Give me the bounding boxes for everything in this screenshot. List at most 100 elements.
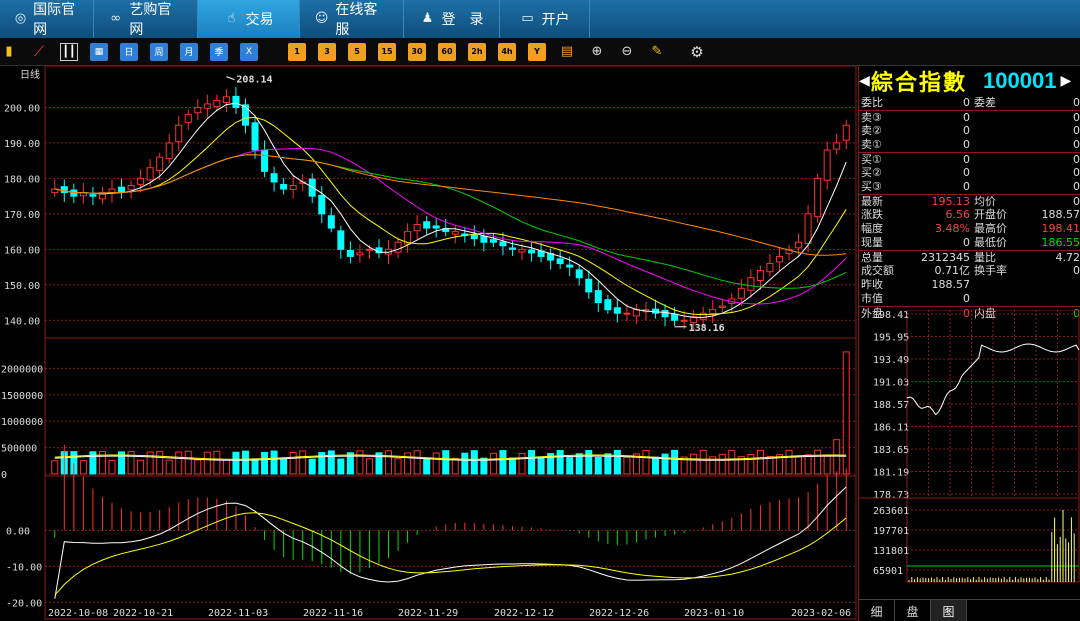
- price-axis-label: 180.00: [4, 174, 40, 185]
- quote-label: [970, 138, 1018, 152]
- price-axis-label: 200.00: [4, 103, 40, 114]
- volume-bar: [604, 453, 612, 475]
- hour-2-button[interactable]: 2h: [468, 42, 486, 61]
- candle-body: [528, 249, 536, 254]
- minute-1-button[interactable]: 1: [288, 42, 306, 61]
- nav-tab-login[interactable]: ♟ 登 录: [404, 0, 500, 38]
- volume-bar: [766, 455, 774, 475]
- next-arrow-icon[interactable]: ▶: [1060, 73, 1072, 89]
- macd-axis-label: 0.00: [6, 526, 30, 537]
- macd-line: [54, 486, 847, 599]
- line-chart-icon[interactable]: ⟋: [30, 43, 48, 61]
- minute-60-button[interactable]: 60: [438, 42, 456, 61]
- quote-value: 0: [1073, 153, 1080, 166]
- volume-bar: [184, 450, 192, 475]
- candle-body: [623, 312, 631, 315]
- minute-5-button[interactable]: 5: [348, 42, 366, 61]
- intraday-price-label: 186.11: [873, 423, 909, 434]
- prev-arrow-icon[interactable]: ◀: [859, 73, 871, 89]
- quote-value: 3.48%: [935, 222, 970, 235]
- moving-average-line: [54, 154, 847, 289]
- calendar-icon[interactable]: ▦: [90, 42, 108, 61]
- bar-chart-icon[interactable]: ▮: [0, 43, 18, 61]
- intraday-price-label: 193.49: [873, 355, 909, 366]
- volume-bar: [222, 459, 230, 475]
- volume-bar: [537, 457, 545, 475]
- nav-tab-open-account[interactable]: ▭ 开户: [500, 0, 590, 38]
- zoom-in-icon[interactable]: ⊕: [588, 43, 606, 61]
- candle-body: [756, 270, 764, 282]
- volume-bar: [718, 453, 726, 475]
- candle-body: [241, 104, 249, 126]
- date-axis-label: 2022-10-21: [113, 608, 173, 619]
- nav-tab-art-shop-site[interactable]: ∞ 艺购官网: [94, 0, 198, 38]
- volume-bar: [356, 450, 364, 475]
- tab-detail[interactable]: 细: [859, 600, 895, 621]
- quote-value: 0: [1073, 124, 1080, 137]
- candle-body: [833, 142, 841, 150]
- hour-4-button[interactable]: 4h: [498, 42, 516, 61]
- quote-label: 卖①: [861, 138, 882, 151]
- period-week-button[interactable]: 周: [150, 42, 168, 61]
- date-axis-label: 2022-11-16: [303, 608, 363, 619]
- candle-body: [566, 264, 574, 268]
- macd-axis-label: -20.00: [6, 598, 42, 609]
- volume-bar: [833, 439, 841, 475]
- tab-orderbook[interactable]: 盘: [895, 600, 931, 621]
- volume-axis-label: 500000: [1, 444, 37, 455]
- volume-bar: [394, 458, 402, 475]
- intraday-vol-label: 263601: [873, 506, 909, 517]
- quote-title-bar: ◀ 綜合指數 100001 ▶: [859, 66, 1080, 96]
- period-month-button[interactable]: 月: [180, 42, 198, 61]
- volume-bar: [699, 449, 707, 475]
- quote-label: 卖②: [861, 124, 882, 137]
- period-x-button[interactable]: X: [240, 42, 258, 61]
- quote-value: 195.13: [931, 195, 971, 208]
- volume-bar: [756, 449, 764, 475]
- intraday-price-label: 178.73: [873, 490, 909, 501]
- minute-15-button[interactable]: 15: [378, 42, 396, 61]
- volume-bar: [365, 458, 373, 475]
- nav-tab-international-site[interactable]: ◎ 国际官网: [0, 0, 94, 38]
- quote-value: 0: [1073, 180, 1080, 193]
- price-axis-label: 160.00: [4, 245, 40, 256]
- candle-body: [213, 99, 221, 108]
- intraday-vol-label: 197701: [873, 526, 909, 537]
- candle-body: [709, 309, 717, 314]
- nav-tab-trade[interactable]: ☝ 交易: [198, 0, 300, 38]
- candlestick-chart-icon[interactable]: ┃┃: [60, 42, 78, 61]
- zoom-out-icon[interactable]: ⊖: [618, 43, 636, 61]
- year-button[interactable]: Y: [528, 42, 546, 61]
- quote-label: 委比: [861, 96, 883, 109]
- gear-icon[interactable]: ⚙: [688, 43, 706, 61]
- candle-body: [327, 215, 335, 229]
- draw-tool-icon[interactable]: ✎: [648, 43, 666, 61]
- quote-value: 0: [963, 124, 970, 137]
- minute-30-button[interactable]: 30: [408, 42, 426, 61]
- volume-bar: [156, 450, 164, 475]
- volume-bar: [165, 459, 173, 475]
- candle-body: [184, 114, 192, 123]
- nav-tab-online-service[interactable]: ☺ 在线客服: [300, 0, 404, 38]
- intraday-price-label: 198.41: [873, 310, 909, 321]
- intraday-price-label: 183.65: [873, 445, 909, 456]
- candle-body: [661, 310, 669, 318]
- kline-chart[interactable]: 日线 200.00 190.00 180.00 170.00 160.00 150.00 14…: [0, 66, 858, 621]
- thumb-icon: ☝: [227, 11, 236, 26]
- index-code: 100001: [983, 68, 1057, 93]
- volume-bar: [594, 456, 602, 475]
- moving-average-line: [54, 154, 847, 256]
- quote-row: 昨收 188.57: [859, 278, 1080, 292]
- volume-bar: [556, 450, 564, 475]
- nav-tab-label: 艺购官网: [129, 2, 172, 38]
- intraday-chart[interactable]: 198.41 195.95 193.49 191.03 188.57 186.11 183.…: [859, 310, 1080, 586]
- tab-chart[interactable]: 图: [931, 600, 967, 621]
- quote-row: 幅度 3.48% 最高价 198.41: [859, 222, 1080, 236]
- chart-toolbar: ▮ ⟋ ┃┃ ▦ 日 周 月 季 X 1 3 5 15 30 60 2h 4h …: [0, 38, 1080, 66]
- volume-bar: [489, 452, 497, 475]
- period-quarter-button[interactable]: 季: [210, 42, 228, 61]
- settings-doc-icon[interactable]: ▤: [558, 43, 576, 61]
- minute-3-button[interactable]: 3: [318, 42, 336, 61]
- period-day-button[interactable]: 日: [120, 42, 138, 61]
- candle-body: [795, 241, 803, 249]
